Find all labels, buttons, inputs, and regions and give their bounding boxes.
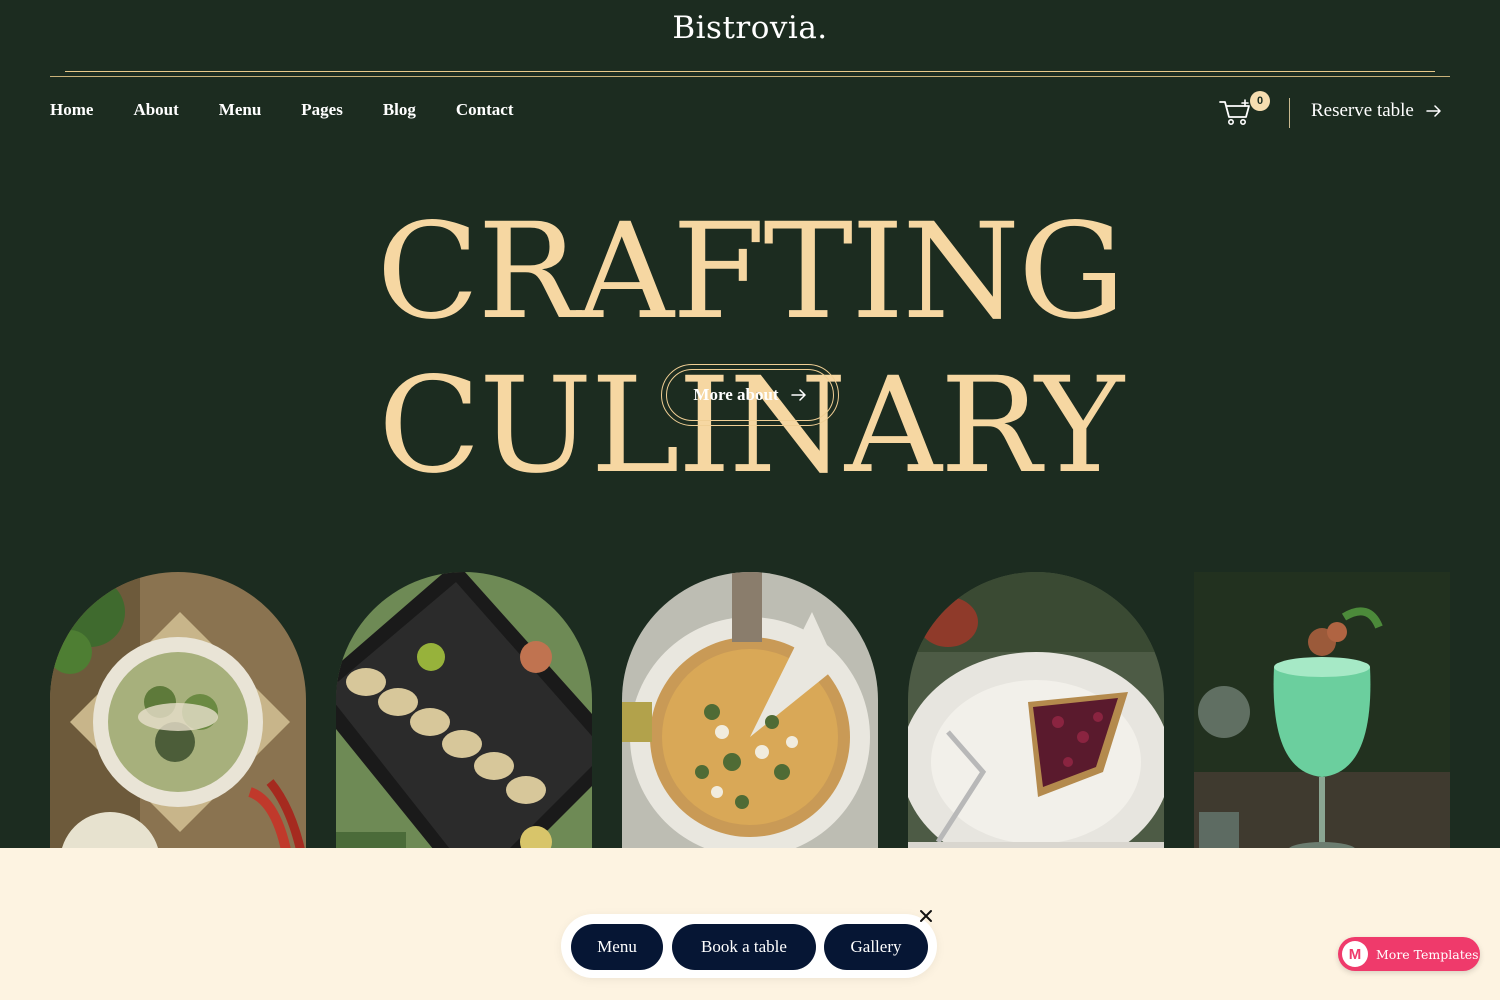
hero-title: CRAFTING CULINARY [376, 195, 1125, 503]
header-divider [65, 71, 1435, 72]
nav-item-blog[interactable]: Blog [383, 100, 416, 120]
header-divider-secondary [50, 76, 1450, 77]
more-about-label: More about [693, 385, 779, 404]
gallery-button[interactable]: Gallery [824, 924, 928, 970]
header-vertical-divider [1289, 98, 1290, 128]
close-icon[interactable] [915, 905, 937, 927]
food-gallery [50, 572, 1450, 874]
sushi-image [336, 572, 592, 874]
quick-actions-bar: Menu Book a table Gallery [561, 914, 937, 978]
tart-image [908, 572, 1164, 874]
nav-item-home[interactable]: Home [50, 100, 93, 120]
more-templates-label: More Templates [1376, 946, 1479, 962]
reserve-table-link[interactable]: Reserve table [1311, 100, 1442, 122]
salad-image [50, 572, 306, 874]
pizza-image [622, 572, 878, 874]
nav-item-about[interactable]: About [133, 100, 178, 120]
templates-logo-icon: M [1342, 941, 1368, 967]
quick-menu-button[interactable]: Menu [571, 924, 663, 970]
nav-item-contact[interactable]: Contact [456, 100, 514, 120]
arrow-right-icon [1426, 105, 1441, 117]
arrow-right-icon [790, 389, 806, 401]
more-about-button[interactable]: More about [666, 369, 834, 421]
more-templates-button[interactable]: M More Templates [1338, 937, 1480, 971]
book-table-button[interactable]: Book a table [672, 924, 816, 970]
cart-count-badge: 0 [1250, 91, 1270, 111]
nav-item-menu[interactable]: Menu [219, 100, 262, 120]
reserve-table-label: Reserve table [1311, 100, 1414, 121]
brand-logo[interactable]: Bistrovia. [0, 10, 1500, 46]
more-about-button-frame: More about [661, 364, 839, 426]
main-nav: Home About Menu Pages Blog Contact [50, 100, 514, 120]
site-header: Bistrovia. Home About Menu Pages Blog Co… [0, 0, 1500, 150]
cocktail-image [1194, 572, 1450, 874]
nav-item-pages[interactable]: Pages [301, 100, 343, 120]
